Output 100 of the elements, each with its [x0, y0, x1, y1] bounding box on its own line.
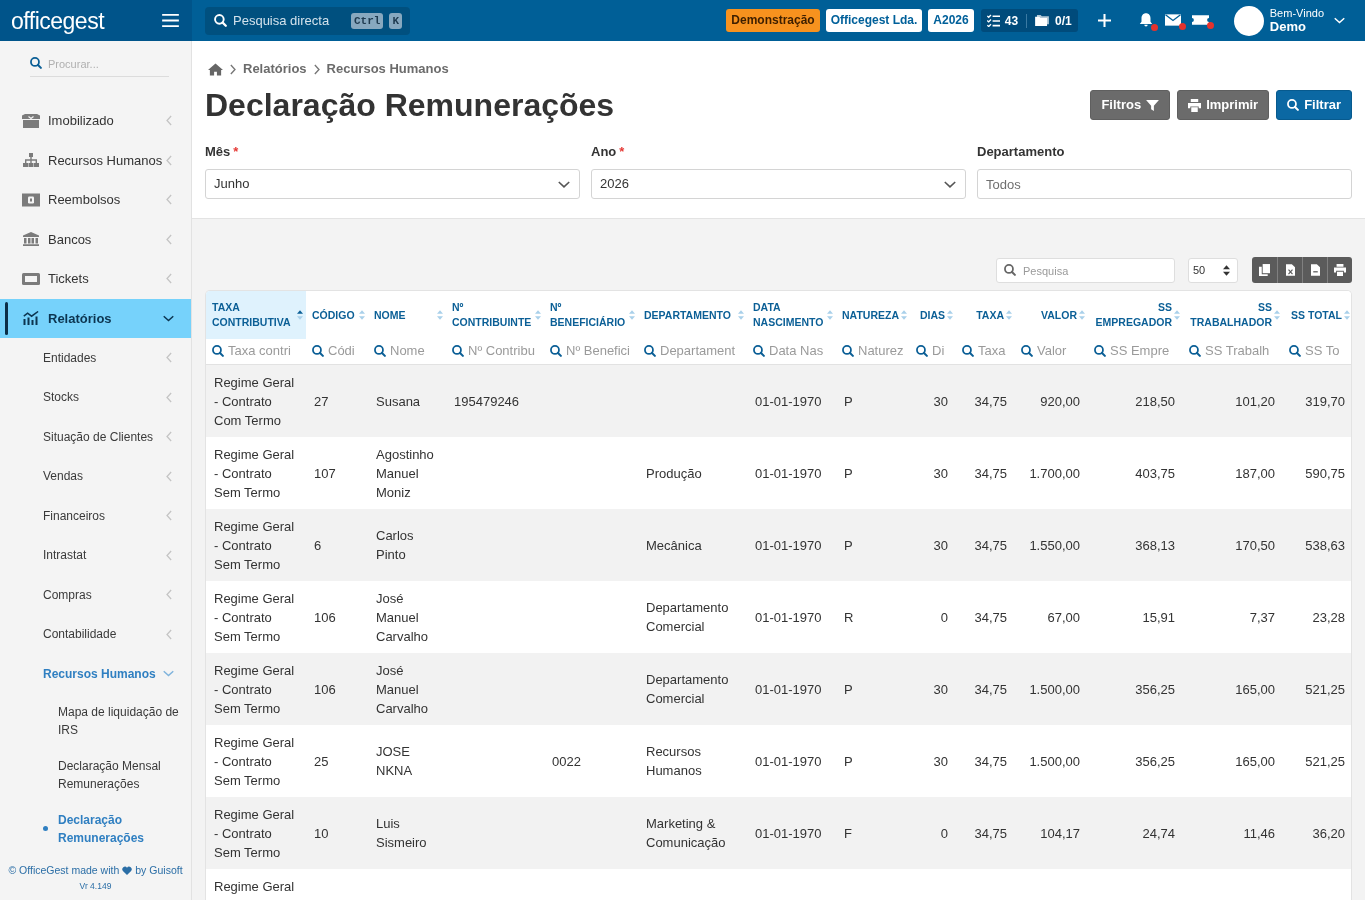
column-filter-field[interactable]: Nome	[390, 343, 444, 360]
required-mark: *	[233, 144, 239, 160]
table-cell: Agostinho Manuel Moniz	[368, 436, 446, 509]
column-filter-field[interactable]: Di	[932, 343, 954, 360]
sidebar-item[interactable]: Imobilizado	[0, 101, 191, 141]
sidebar-subitem[interactable]: Vendas	[0, 456, 191, 496]
chevron-down-icon	[558, 180, 570, 188]
tickets-button[interactable]	[1191, 14, 1214, 27]
bank-icon	[22, 232, 40, 247]
dropdown-field[interactable]: Junho	[205, 169, 580, 199]
file-icon	[1310, 264, 1320, 276]
excel-export-button[interactable]	[1277, 257, 1302, 283]
print-button[interactable]	[1327, 257, 1352, 283]
column-filter-field[interactable]: Naturez	[858, 343, 908, 360]
bullet-icon	[43, 826, 48, 831]
column-filter-field[interactable]: Data Nas	[769, 343, 834, 360]
sidebar-search-field[interactable]: Procurar...	[30, 52, 169, 77]
column-filter-field[interactable]: SS Empre	[1110, 343, 1181, 360]
table-cell: 1.500,00	[1015, 652, 1088, 725]
page-size-select[interactable]: 50	[1188, 257, 1238, 283]
column-filter-field[interactable]: Nº Benefici	[566, 343, 636, 360]
column-filter-field[interactable]: Valor	[1037, 343, 1086, 360]
messages-button[interactable]	[1164, 13, 1186, 28]
sidebar-item[interactable]: Bancos	[0, 219, 191, 259]
context-selector[interactable]: Officegest Lda.	[825, 9, 923, 32]
column-filter-field[interactable]: Códi	[328, 343, 366, 360]
search-icon	[644, 345, 656, 358]
sidebar-item[interactable]: Reembolsos	[0, 180, 191, 220]
breadcrumb-link[interactable]: Relatórios	[243, 59, 307, 79]
sidebar-subitem[interactable]: Compras	[0, 575, 191, 615]
table-cell: 107	[306, 436, 368, 509]
avatar-icon[interactable]	[1233, 5, 1264, 36]
column-filter-field[interactable]: SS Trabalh	[1205, 343, 1281, 360]
column-header[interactable]: TAXA CONTRIBUTIVA	[206, 291, 306, 339]
notifications-button[interactable]	[1138, 12, 1158, 29]
sidebar-item[interactable]: Recursos Humanos	[0, 140, 191, 180]
dropdown-field[interactable]: 2026	[591, 169, 966, 199]
sidebar-subitem[interactable]: Contabilidade	[0, 614, 191, 654]
text-field[interactable]: Todos	[977, 169, 1352, 199]
sidebar-subitem[interactable]: Declaração Mensal Remunerações	[0, 747, 191, 802]
sidebar-subitem[interactable]: Entidades	[0, 338, 191, 378]
column-filter-field[interactable]: Departament	[660, 343, 745, 360]
folders-button[interactable]: 0/1	[1035, 11, 1072, 30]
field-label: Ano	[591, 144, 617, 160]
table-cell: 521,25	[1283, 724, 1351, 797]
table-cell: 01-01-1970	[747, 652, 836, 725]
sidebar-item[interactable]: Tickets	[0, 259, 191, 299]
context-selector[interactable]: A2026	[928, 9, 974, 32]
table-cell: 11,46	[1183, 796, 1283, 869]
table-cell: 1.550,00	[1015, 508, 1088, 581]
table-cell: Luis Sismeiro	[368, 796, 446, 869]
sidebar-subitem[interactable]: Declaração Remunerações	[0, 801, 191, 856]
table-search-field[interactable]: Pesquisa	[996, 258, 1175, 283]
chevron-down-icon[interactable]	[1334, 17, 1345, 24]
add-button[interactable]	[1097, 14, 1111, 27]
logo[interactable]: officegest	[11, 6, 105, 35]
sidebar-subitem[interactable]: Intrastat	[0, 535, 191, 575]
sidebar-subitem[interactable]: Stocks	[0, 377, 191, 417]
sidebar-subitem[interactable]: Mapa de liquidação de IRS	[0, 693, 191, 748]
user-name[interactable]: Demo	[1269, 19, 1324, 34]
tasks-button[interactable]: 43	[986, 11, 1019, 30]
column-filter-field[interactable]: Taxa	[978, 343, 1013, 360]
csv-export-button[interactable]	[1302, 257, 1327, 283]
table-cell: 01-01-1970	[747, 508, 836, 581]
breadcrumb-link[interactable]: Recursos Humanos	[326, 59, 449, 79]
sidebar-subitem[interactable]: Financeiros	[0, 496, 191, 536]
table-cell: 30	[910, 508, 956, 581]
table-cell: 356,25	[1088, 652, 1183, 725]
apply-filter-button[interactable]: Filtrar	[1276, 90, 1352, 120]
x-file-icon	[1285, 264, 1295, 276]
copy-button[interactable]	[1252, 257, 1277, 283]
table-cell: R	[836, 580, 910, 653]
table-cell: José Manuel Carvalho	[368, 580, 446, 653]
column-filter-field[interactable]: SS To	[1305, 343, 1351, 360]
sidebar-item[interactable]: Relatórios	[0, 298, 191, 338]
column-header[interactable]: CÓDIGO	[306, 291, 368, 339]
quick-search-button[interactable]: Pesquisa directa Ctrl K	[205, 6, 410, 35]
table-cell: 30	[910, 724, 956, 797]
table-cell: Regime Geral - Contrato Sem Termo	[206, 724, 306, 797]
print-button[interactable]: Imprimir	[1177, 90, 1270, 120]
table-cell: 590,75	[1283, 436, 1351, 509]
box-icon	[22, 113, 40, 128]
column-filter-field[interactable]: Nº Contribu	[468, 343, 542, 360]
sidebar-subitem[interactable]: Recursos Humanos	[0, 654, 191, 694]
home-icon	[208, 62, 223, 76]
table-cell: Marketing & Comunicação	[638, 796, 747, 869]
menu-button[interactable]	[162, 14, 179, 27]
shortcut-key: K	[389, 12, 402, 29]
column-filter-field[interactable]: Taxa contri	[228, 343, 304, 360]
table-row[interactable]: Regime Geral - Contrato Sem Termo 10 Luis Sismeiro Marketing & Comunicação 01-01-1970 F 0 34,75 104,17 24,74 11,46 36,20	[206, 796, 1351, 869]
sidebar-subitem[interactable]: Situação de Clientes	[0, 417, 191, 457]
printer-icon	[1334, 264, 1346, 276]
footer-text: © OfficeGest made with	[8, 864, 120, 877]
filters-button[interactable]: Filtros	[1090, 90, 1171, 120]
table-cell: 368,13	[1088, 508, 1183, 581]
table-cell: 101,20	[1183, 364, 1283, 437]
table-cell: Regime Geral - Contrato Sem Termo	[206, 508, 306, 581]
home-link[interactable]	[208, 62, 223, 76]
sort-icon[interactable]	[297, 310, 303, 320]
search-icon	[1004, 263, 1016, 276]
